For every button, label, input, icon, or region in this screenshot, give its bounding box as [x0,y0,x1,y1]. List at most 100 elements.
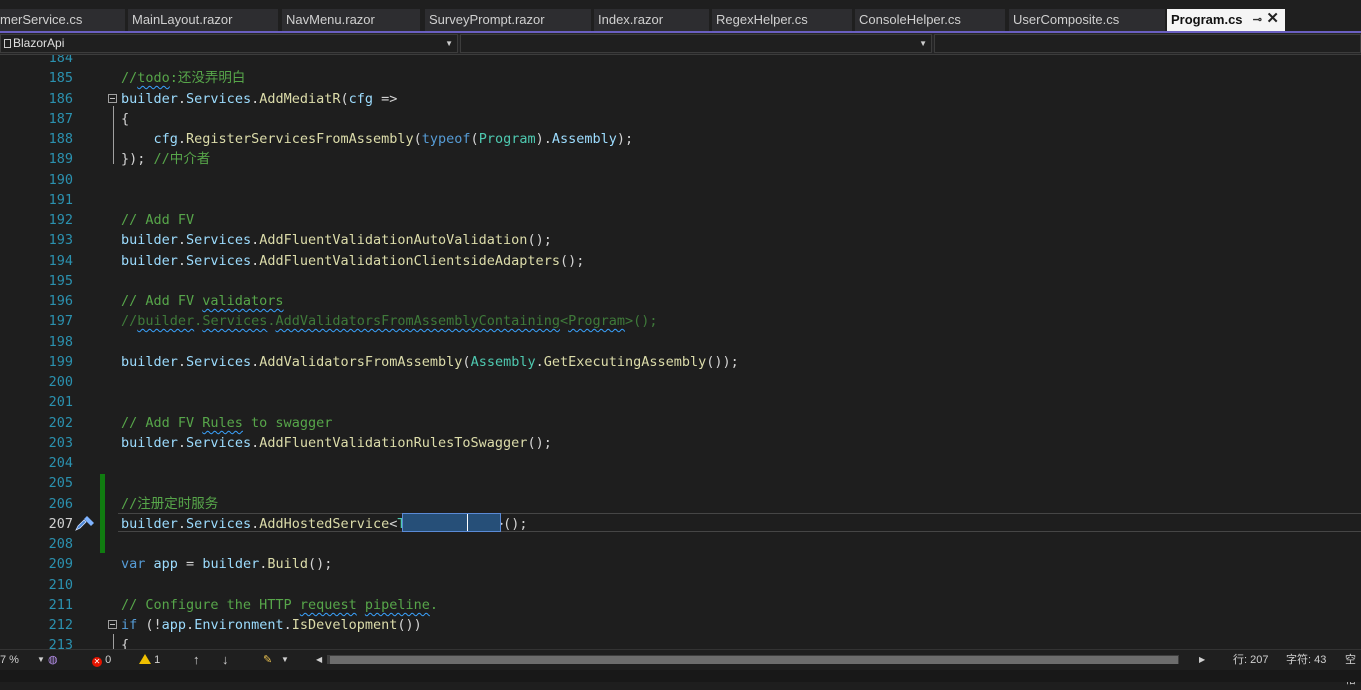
tab-regexhelper[interactable]: RegexHelper.cs [712,9,852,31]
collapse-toggle-icon[interactable] [108,620,117,629]
error-icon: ✕ [92,657,102,667]
code-text: }); //中介者 [121,149,210,169]
code-token: builder [121,354,178,370]
code-token: IsDevelopment [291,617,398,633]
code-line[interactable]: 186 builder.Services.AddMediatR(cfg => [0,89,1361,109]
code-line[interactable]: 184 [0,55,1361,68]
line-number: 210 [48,577,73,593]
pin-icon[interactable]: ⊸ [1253,9,1262,31]
code-line[interactable]: 203 builder.Services.AddFluentValidationR… [0,433,1361,453]
document-tab-bar: merService.cs MainLayout.razor NavMenu.r… [0,0,1361,32]
scroll-left-icon[interactable]: ◀ [316,650,322,670]
code-line[interactable]: 188 cfg.RegisterServicesFromAssembly(typ… [0,129,1361,149]
tab-consolehelper[interactable]: ConsoleHelper.cs [855,9,1005,31]
tab-label: RegexHelper.cs [716,12,808,27]
arrow-up-icon[interactable]: ↑ [193,650,200,670]
code-line[interactable]: 194 builder.Services.AddFluentValidationC… [0,251,1361,271]
project-dropdown[interactable]: BlazorApi ▼ [0,34,458,53]
code-line[interactable]: 192 // Add FV [0,210,1361,230]
line-number: 189 [48,151,73,167]
tab-surveyprompt[interactable]: SurveyPrompt.razor [425,9,591,31]
code-line[interactable]: 200 [0,372,1361,392]
line-number: 203 [48,435,73,451]
code-line[interactable]: 196 // Add FV validators [0,291,1361,311]
code-token: app [153,556,178,572]
tab-index[interactable]: Index.razor [594,9,709,31]
warning-count-button[interactable]: 1 [139,650,160,670]
change-indicator [100,474,105,553]
code-line[interactable]: 202 // Add FV Rules to swagger [0,413,1361,433]
code-text: { [121,635,129,649]
line-number: 193 [48,232,73,248]
tab-program[interactable]: Program.cs ⊸ ✕ [1167,9,1285,31]
column-indicator[interactable]: 字符: 43 [1286,650,1326,670]
tab-mainlayout[interactable]: MainLayout.razor [128,9,278,31]
code-text: // Add FV [121,210,194,230]
code-token: . [177,232,187,248]
tab-navmenu[interactable]: NavMenu.razor [282,9,420,31]
chevron-down-icon[interactable]: ▼ [281,650,289,670]
code-token: // Add FV [121,212,195,228]
code-line[interactable]: 208 [0,534,1361,554]
type-dropdown[interactable]: ▼ [460,34,932,53]
code-editor[interactable]: 184 185//todo:还没弄明白 186 builder.Services.Ad… [0,55,1361,649]
quick-actions-brush-icon[interactable] [74,514,96,532]
code-line[interactable]: 197 //builder.Services.AddValidatorsFromA… [0,311,1361,331]
code-token: ( [413,131,422,147]
line-number: 206 [48,496,73,512]
tab-label: Program.cs [1171,12,1243,27]
code-line[interactable]: 189 }); //中介者 [0,149,1361,169]
code-token: ( [470,131,479,147]
code-token: AddValidatorsFromAssemblyContaining [275,313,560,329]
chevron-down-icon: ▼ [445,39,453,48]
tab-timerservice[interactable]: merService.cs [0,9,125,31]
collapse-toggle-icon[interactable] [108,94,117,103]
code-line[interactable]: 201 [0,392,1361,412]
code-token: . [283,617,292,633]
horizontal-scrollbar-thumb[interactable] [330,656,1178,664]
close-icon[interactable]: ✕ [1266,9,1279,30]
code-token: todo [137,70,170,86]
code-line[interactable]: 206 //注册定时服务 [0,494,1361,514]
scope-guide [113,106,114,164]
code-token: cfg [153,131,178,147]
tab-usercomposite[interactable]: UserComposite.cs [1009,9,1165,31]
code-token: builder [121,91,178,107]
code-token: GetExecutingAssembly [543,354,707,370]
code-line[interactable]: 212 if (!app.Environment.IsDevelopment()) [0,615,1361,635]
scroll-right-icon[interactable]: ▶ [1199,650,1205,670]
code-cleanup-brush-icon[interactable]: ✎ [263,650,272,670]
tab-label: merService.cs [0,12,83,27]
code-line[interactable]: 185 //todo:还没弄明白 [0,68,1361,88]
code-line[interactable]: 204 [0,453,1361,473]
code-line[interactable]: 198 [0,332,1361,352]
code-line[interactable]: 191 [0,190,1361,210]
code-line[interactable]: 209 var app = builder.Build(); [0,554,1361,574]
code-token: . [177,131,187,147]
code-token: >(); [625,313,658,329]
code-token: . [177,91,187,107]
code-line[interactable]: 190 [0,170,1361,190]
line-number: 201 [48,394,73,410]
code-line[interactable]: 187 { [0,109,1361,129]
error-count-button[interactable]: ✕ 0 [92,650,111,670]
code-token: { [121,637,130,649]
line-number: 194 [48,253,73,269]
code-line[interactable]: 193 builder.Services.AddFluentValidationA… [0,230,1361,250]
zoom-level[interactable]: 7 % [0,650,19,670]
code-line[interactable]: 205 [0,473,1361,493]
line-indicator[interactable]: 行: 207 [1233,650,1268,670]
copilot-icon[interactable]: ◍ [48,650,58,670]
code-line[interactable]: 195 [0,271,1361,291]
code-token: //注册定时服务 [121,496,219,512]
code-line[interactable]: 199 builder.Services.AddValidatorsFromAss… [0,352,1361,372]
arrow-down-icon[interactable]: ↓ [222,650,229,670]
chevron-down-icon[interactable]: ▼ [37,650,45,670]
code-line[interactable]: 211 // Configure the HTTP request pipelin… [0,595,1361,615]
member-dropdown[interactable] [934,34,1361,53]
code-line[interactable]: 210 [0,575,1361,595]
code-token: :还没弄明白 [169,70,246,86]
code-line[interactable]: 213 { [0,635,1361,649]
code-token: if [121,617,138,633]
